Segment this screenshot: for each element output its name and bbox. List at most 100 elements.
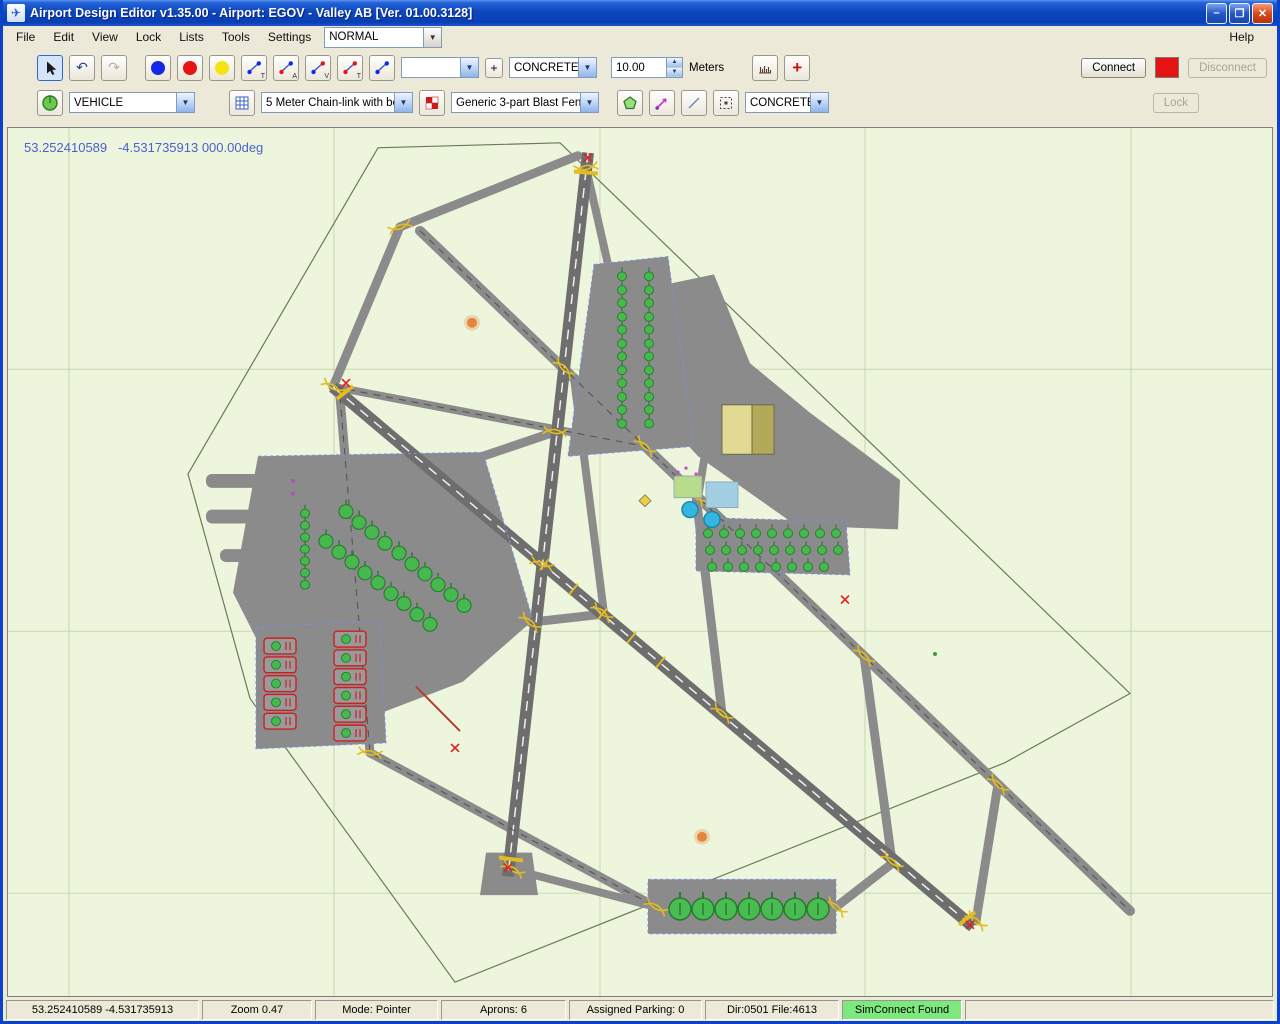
status-assigned-parking: Assigned Parking: 0 <box>569 1000 702 1020</box>
menu-item-settings[interactable]: Settings <box>259 28 320 46</box>
red-dot-icon <box>183 60 197 75</box>
toolbar-row-1: ↶ ↷ T A V T ▼ + CONCRETE ▼ 10.00 ▲ ▼ Met… <box>37 50 1271 85</box>
green-circle-icon <box>42 94 58 111</box>
chevron-down-icon: ▼ <box>580 93 598 112</box>
spinner-arrows: ▲ ▼ <box>666 58 682 77</box>
add-yellow-node-button[interactable] <box>209 54 235 81</box>
chevron-down-icon: ▼ <box>810 93 828 112</box>
link-letter: V <box>324 72 329 80</box>
menu-bar: File Edit View Lock Lists Tools Settings… <box>3 26 1277 48</box>
status-dir-file: Dir:0501 File:4613 <box>705 1000 839 1020</box>
vector-tool-button[interactable] <box>649 89 675 116</box>
apron-tool-button[interactable] <box>37 89 63 116</box>
close-button[interactable]: ✕ <box>1252 2 1273 24</box>
add-blue-node-button[interactable] <box>145 54 171 81</box>
status-mode: Mode: Pointer <box>315 1000 438 1020</box>
checker-tool-button[interactable] <box>419 89 445 116</box>
redo-icon: ↷ <box>108 59 120 75</box>
undo-icon: ↶ <box>76 59 88 75</box>
window-title: Airport Design Editor v1.35.00 - Airport… <box>30 6 473 20</box>
line-tool-button[interactable] <box>681 89 707 116</box>
width-spinner[interactable]: 10.00 ▲ ▼ <box>611 57 683 78</box>
redo-button[interactable]: ↷ <box>101 54 127 81</box>
surface-combo-value: CONCRETE <box>514 61 578 74</box>
status-simconnect: SimConnect Found <box>842 1000 962 1020</box>
surface2-combo[interactable]: CONCRETE ▼ <box>745 92 829 113</box>
comb-icon <box>759 65 772 74</box>
app-icon: ✈ <box>7 4 25 22</box>
link-type-combo[interactable]: ▼ <box>401 57 479 78</box>
connection-controls: Connect Disconnect <box>1081 57 1267 78</box>
vector-icon <box>655 97 667 110</box>
link-tool-apron-button[interactable]: A <box>273 54 299 81</box>
plus-icon: + <box>490 60 498 75</box>
map-canvas[interactable]: 53.252410589 -4.531735913 000.00deg <box>7 127 1273 997</box>
diagonal-line-icon <box>688 97 700 108</box>
link-icon <box>247 60 261 74</box>
chevron-down-icon: ▼ <box>394 93 412 112</box>
link-type-value <box>402 58 460 77</box>
disconnect-button[interactable]: Disconnect <box>1188 57 1267 78</box>
link-icon <box>343 60 357 74</box>
profile-tool-button[interactable] <box>752 54 779 81</box>
maximize-button[interactable]: ❐ <box>1229 2 1250 24</box>
lock-button[interactable]: Lock <box>1152 92 1199 113</box>
mode-combo-value: NORMAL <box>329 31 379 43</box>
marquee-icon <box>720 96 732 109</box>
pointer-icon <box>47 61 57 75</box>
add-point-button[interactable]: + <box>784 54 811 81</box>
spinner-up-button[interactable]: ▲ <box>667 58 682 68</box>
menu-item-help[interactable]: Help <box>1220 28 1263 46</box>
add-red-node-button[interactable] <box>177 54 203 81</box>
connect-button[interactable]: Connect <box>1081 57 1147 78</box>
add-type-button[interactable]: + <box>485 57 503 78</box>
blast-fence-combo[interactable]: Generic 3-part Blast Fence ▼ <box>451 92 599 113</box>
blue-dot-icon <box>151 60 165 75</box>
link-tool-vehicle-button[interactable]: V <box>305 54 331 81</box>
parking-spots-east-apron <box>702 523 844 572</box>
lock-controls: Lock <box>1152 92 1199 113</box>
menu-item-lock[interactable]: Lock <box>127 28 170 46</box>
surface-combo[interactable]: CONCRETE ▼ <box>509 57 597 78</box>
status-coordinates: 53.252410589 -4.531735913 <box>6 1000 199 1020</box>
minimize-button[interactable]: – <box>1206 2 1227 24</box>
mode-combo[interactable]: NORMAL ▼ <box>324 26 443 48</box>
pointer-tool-button[interactable] <box>37 54 63 81</box>
airport-map[interactable] <box>8 128 1272 996</box>
chevron-down-icon: ▼ <box>460 58 478 77</box>
vehicle-combo[interactable]: VEHICLE ▼ <box>69 92 195 113</box>
link-letter: A <box>292 72 297 80</box>
status-zoom: Zoom 0.47 <box>202 1000 312 1020</box>
chevron-down-icon: ▼ <box>578 58 596 77</box>
polygon-tool-button[interactable] <box>617 89 643 116</box>
grid-tool-button[interactable] <box>229 89 255 116</box>
title-bar: ✈ Airport Design Editor v1.35.00 - Airpo… <box>3 0 1277 26</box>
chevron-down-icon: ▼ <box>423 27 442 47</box>
menu-item-view[interactable]: View <box>83 28 127 46</box>
link-tool-track-button[interactable]: T <box>337 54 363 81</box>
undo-button[interactable]: ↶ <box>69 54 95 81</box>
link-tool-taxi-button[interactable]: T <box>241 54 267 81</box>
grid-icon <box>235 96 249 109</box>
menu-item-file[interactable]: File <box>7 28 44 46</box>
fence-combo-value: 5 Meter Chain-link with ber <box>266 96 394 109</box>
surface2-combo-value: CONCRETE <box>750 96 810 109</box>
menu-item-edit[interactable]: Edit <box>44 28 83 46</box>
blast-fence-combo-value: Generic 3-part Blast Fence <box>456 96 580 109</box>
checker-icon <box>425 96 439 109</box>
spinner-down-button[interactable]: ▼ <box>667 67 682 77</box>
width-value[interactable]: 10.00 <box>612 58 666 77</box>
menu-item-lists[interactable]: Lists <box>170 28 213 46</box>
link-tool-plain-button[interactable] <box>369 54 395 81</box>
menu-item-tools[interactable]: Tools <box>213 28 259 46</box>
link-letter: T <box>356 72 361 80</box>
link-icon <box>375 60 389 74</box>
boundary-tool-button[interactable] <box>713 89 739 116</box>
status-bar: 53.252410589 -4.531735913 Zoom 0.47 Mode… <box>3 999 1277 1021</box>
toolbar-row-2: VEHICLE ▼ 5 Meter Chain-link with ber ▼ … <box>37 85 1271 120</box>
status-aprons: Aprons: 6 <box>441 1000 566 1020</box>
pentagon-icon <box>623 95 637 109</box>
connection-status-swatch <box>1155 57 1180 78</box>
status-filler <box>965 1000 1274 1020</box>
fence-combo[interactable]: 5 Meter Chain-link with ber ▼ <box>261 92 413 113</box>
